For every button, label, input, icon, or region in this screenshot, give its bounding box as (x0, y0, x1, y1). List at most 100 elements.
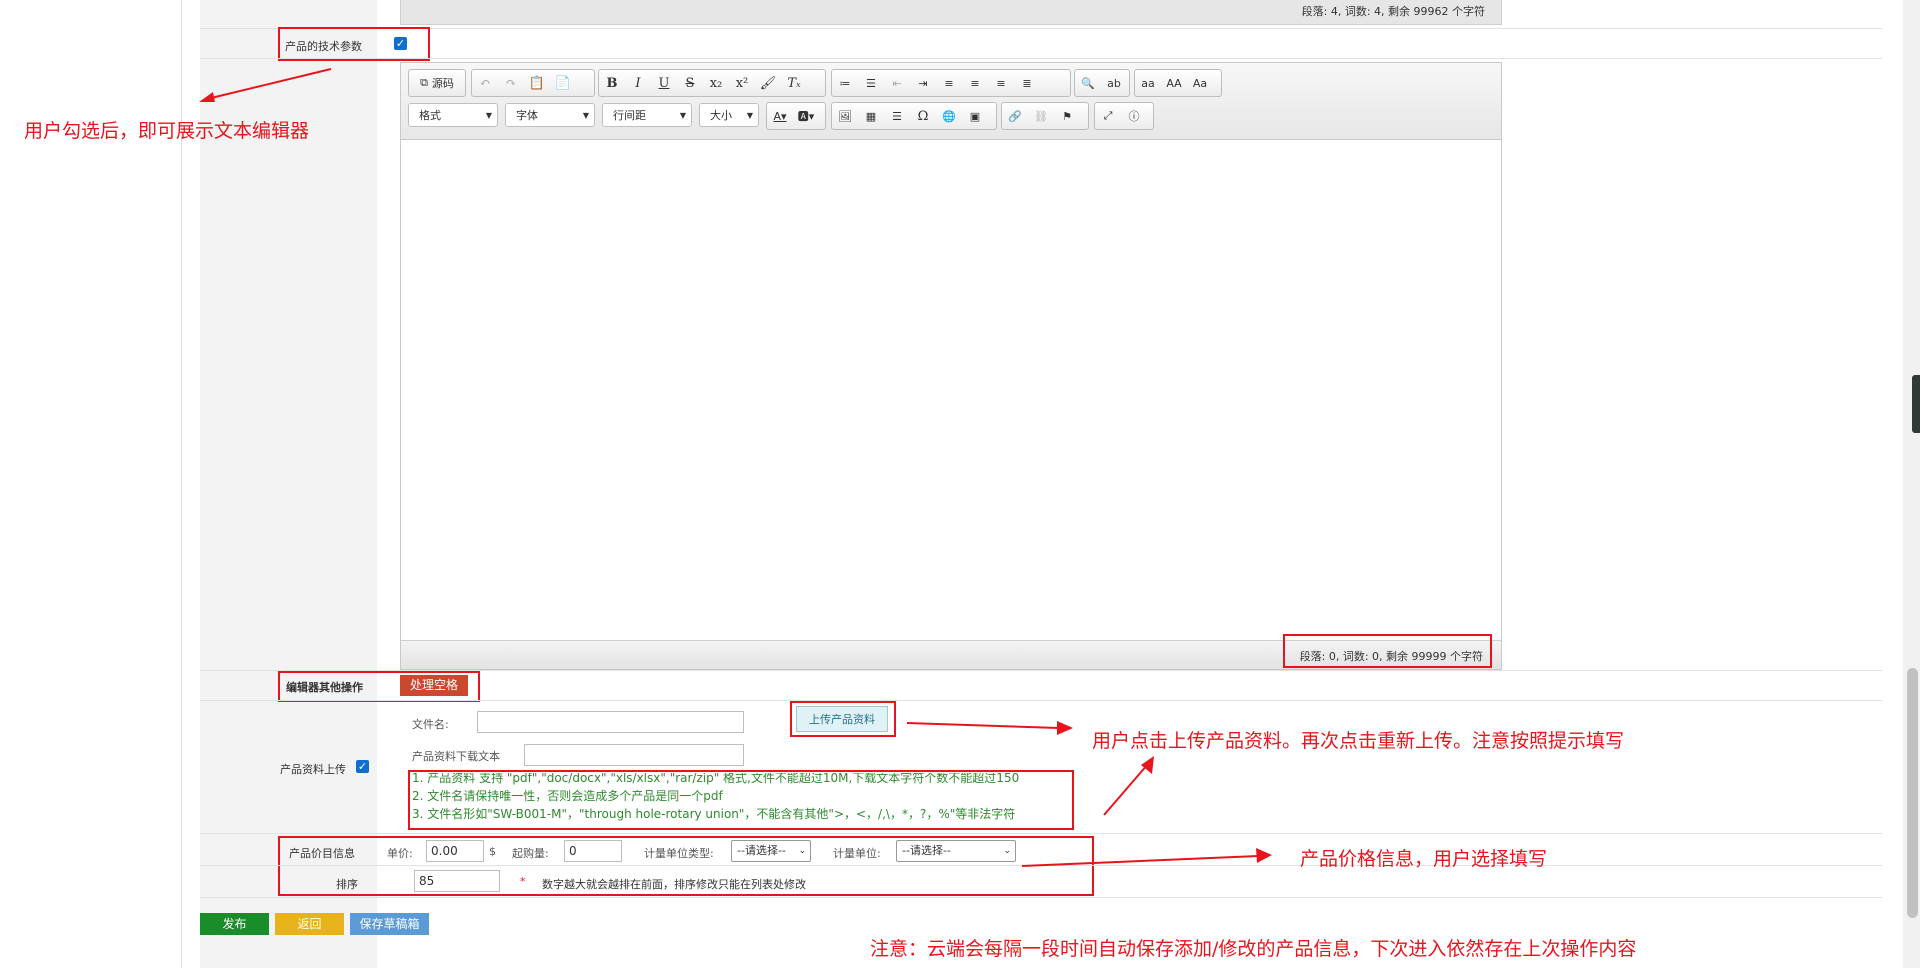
table-icon[interactable]: ▦ (858, 104, 884, 128)
remove-format-icon[interactable]: Tₓ (781, 71, 807, 95)
size-combo[interactable]: 大小 ▼ (699, 103, 759, 127)
previous-editor-statusbar: 段落: 4, 词数: 4, 剩余 99962 个字符 (400, 0, 1502, 25)
chevron-down-icon: ▼ (679, 111, 686, 120)
find-icon[interactable]: 🔍 (1075, 71, 1101, 95)
arrow-to-upload-tips (1103, 756, 1154, 816)
capitalize-icon[interactable]: Aa (1187, 71, 1213, 95)
filename-input[interactable] (477, 711, 744, 733)
tech-params-label: 产品的技术参数 (285, 40, 362, 53)
arrow-to-checkbox (199, 68, 332, 102)
insert-group: 🖼 ▦ ☰ Ω 🌐 ▣ (831, 102, 997, 130)
min-qty-label: 起购量: (512, 847, 549, 860)
find-group: 🔍 ab (1074, 69, 1130, 97)
align-justify-icon[interactable]: ≣ (1014, 71, 1040, 95)
image-icon[interactable]: 🖼 (832, 104, 858, 128)
source-button[interactable]: ⧉ 源码 (409, 71, 465, 95)
bulleted-list-icon[interactable]: ☰ (858, 71, 884, 95)
font-combo[interactable]: 字体 ▼ (505, 103, 595, 127)
editor-toolbar: ⧉ 源码 ↶ ↷ 📋 📄 B I U S x₂ x² 🖌 Tₓ ≔ ☰ ⇤ ⇥ ≡… (401, 63, 1501, 140)
numbered-list-icon[interactable]: ≔ (832, 71, 858, 95)
unlink-icon[interactable]: ⛓ (1028, 104, 1054, 128)
help-icon[interactable]: ⓘ (1121, 104, 1147, 128)
currency-symbol: $ (489, 845, 496, 858)
line-height-combo[interactable]: 行间距 ▼ (602, 103, 692, 127)
row-divider (200, 700, 1882, 701)
size-combo-label: 大小 (710, 109, 732, 122)
italic-icon[interactable]: I (625, 71, 651, 95)
subscript-icon[interactable]: x₂ (703, 71, 729, 95)
publish-button[interactable]: 发布 (200, 913, 269, 935)
paste-word-icon[interactable]: 📄 (550, 71, 576, 95)
annotation-upload: 用户点击上传产品资料。再次点击重新上传。注意按照提示填写 (1092, 730, 1625, 752)
upload-label: 产品资料上传 (280, 763, 346, 776)
align-right-icon[interactable]: ≡ (988, 71, 1014, 95)
tech-params-checkbox[interactable]: ✓ (394, 37, 407, 50)
editor-ops-label: 编辑器其他操作 (286, 681, 363, 694)
link-group: 🔗 ⛓ ⚑ (1001, 102, 1089, 130)
bold-icon[interactable]: B (599, 71, 625, 95)
replace-icon[interactable]: ab (1101, 71, 1127, 95)
lowercase-icon[interactable]: aa (1135, 71, 1161, 95)
line-height-combo-label: 行间距 (613, 109, 646, 122)
special-char-icon[interactable]: Ω (910, 104, 936, 128)
source-label: 源码 (431, 77, 454, 90)
outdent-icon[interactable]: ⇤ (884, 71, 910, 95)
filename-label: 文件名: (412, 718, 449, 731)
insert-image-icon[interactable]: ▣ (962, 104, 988, 128)
process-spaces-button[interactable]: 处理空格 (400, 675, 468, 696)
redo-icon[interactable]: ↷ (498, 71, 524, 95)
download-text-input[interactable] (524, 744, 744, 766)
link-icon[interactable]: 🔗 (1002, 104, 1028, 128)
undo-icon[interactable]: ↶ (472, 71, 498, 95)
iframe-icon[interactable]: 🌐 (936, 104, 962, 128)
upload-tip-3: 3. 文件名形如"SW-B001-M"，"through hole-rotary… (412, 807, 1016, 821)
maximize-icon[interactable]: ⤢ (1095, 104, 1121, 128)
upload-material-button[interactable]: 上传产品资料 (796, 706, 888, 732)
rich-text-editor[interactable]: ⧉ 源码 ↶ ↷ 📋 📄 B I U S x₂ x² 🖌 Tₓ ≔ ☰ ⇤ ⇥ ≡… (400, 62, 1502, 670)
save-draft-button[interactable]: 保存草稿箱 (350, 913, 429, 935)
chevron-down-icon: ⌄ (798, 846, 806, 856)
align-center-icon[interactable]: ≡ (962, 71, 988, 95)
paste-text-icon[interactable]: 📋 (524, 71, 550, 95)
history-group: ↶ ↷ 📋 📄 (471, 69, 595, 97)
row-divider (200, 28, 1882, 29)
page-left-border (181, 0, 182, 968)
min-qty-input[interactable]: 0 (564, 840, 622, 862)
annotation-autosave: 注意：云端会每隔一段时间自动保存添加/修改的产品信息，下次进入依然存在上次操作内… (870, 938, 1637, 960)
editor-content-area[interactable] (401, 140, 1501, 640)
copy-format-icon[interactable]: 🖌 (755, 71, 781, 95)
format-combo-label: 格式 (419, 109, 441, 122)
side-widget-tab[interactable] (1912, 375, 1920, 433)
background-color-icon[interactable]: 🅰▾ (793, 104, 819, 128)
format-combo[interactable]: 格式 ▼ (408, 103, 498, 127)
align-left-icon[interactable]: ≡ (936, 71, 962, 95)
form-label-column (200, 0, 377, 968)
horizontal-line-icon[interactable]: ☰ (884, 104, 910, 128)
unit-type-label: 计量单位类型: (644, 847, 714, 860)
color-group: A▾ 🅰▾ (766, 102, 826, 130)
unit-price-label: 单价: (387, 847, 413, 860)
chevron-down-icon: ▼ (582, 111, 589, 120)
unit-type-select[interactable]: --请选择-- ⌄ (731, 840, 811, 862)
upload-checkbox[interactable]: ✓ (356, 760, 369, 773)
text-color-icon[interactable]: A▾ (767, 104, 793, 128)
unit-price-input[interactable]: 0.00 (426, 840, 484, 862)
back-button[interactable]: 返回 (275, 913, 344, 935)
sort-input[interactable]: 85 (414, 870, 500, 892)
uppercase-icon[interactable]: AA (1161, 71, 1187, 95)
row-divider (200, 897, 1882, 898)
font-combo-label: 字体 (516, 109, 538, 122)
highlight-editor-status (1283, 634, 1492, 668)
unit-type-value: --请选择-- (737, 844, 786, 857)
chevron-down-icon: ▼ (746, 111, 753, 120)
tools-group: ⤢ ⓘ (1094, 102, 1154, 130)
row-divider (200, 58, 1882, 59)
superscript-icon[interactable]: x² (729, 71, 755, 95)
scrollbar-thumb[interactable] (1907, 668, 1918, 918)
indent-icon[interactable]: ⇥ (910, 71, 936, 95)
unit-select[interactable]: --请选择-- ⌄ (896, 840, 1016, 862)
underline-icon[interactable]: U (651, 71, 677, 95)
previous-editor-status: 段落: 4, 词数: 4, 剩余 99962 个字符 (1301, 5, 1485, 18)
strikethrough-icon[interactable]: S (677, 71, 703, 95)
anchor-flag-icon[interactable]: ⚑ (1054, 104, 1080, 128)
